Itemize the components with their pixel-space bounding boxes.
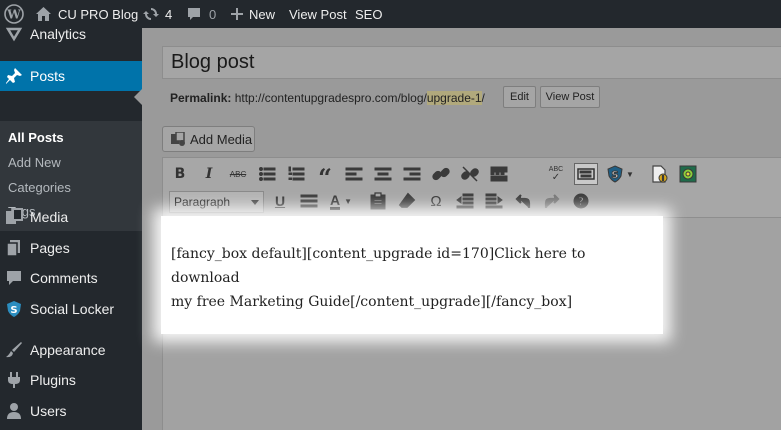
read-more-icon[interactable] <box>489 164 509 184</box>
bold-icon[interactable]: B <box>170 164 190 184</box>
seo-link[interactable]: SEO <box>355 0 382 28</box>
new-content-link[interactable]: New <box>231 0 275 28</box>
submenu-add-new[interactable]: Add New <box>8 155 61 170</box>
comment-icon <box>5 269 23 287</box>
pages-icon <box>5 239 23 257</box>
content-line-1: [fancy_box default][content_upgrade id=1… <box>171 246 586 286</box>
add-media-icon <box>171 131 185 146</box>
text-color-icon[interactable]: A ▼ <box>326 191 356 211</box>
permalink-slug[interactable]: upgrade-1 <box>426 91 482 105</box>
special-character-icon[interactable]: Ω <box>426 191 446 211</box>
plug-icon <box>5 371 23 389</box>
view-post-link[interactable]: View Post <box>289 0 347 28</box>
sidebar-item-label: Media <box>30 209 69 225</box>
comments-link[interactable]: 0 <box>187 0 216 28</box>
analytics-icon <box>5 25 23 43</box>
updates-count: 4 <box>165 6 173 22</box>
permalink-row: Permalink: http://contentupgradespro.com… <box>170 91 485 105</box>
brush-icon <box>5 341 23 359</box>
user-icon <box>5 402 23 420</box>
media-icon <box>5 208 23 226</box>
clear-formatting-icon[interactable] <box>397 191 417 211</box>
updates-icon <box>143 6 159 22</box>
sidebar-item-media[interactable]: Media <box>0 203 142 231</box>
strikethrough-icon[interactable]: ABC <box>228 164 248 184</box>
svg-text:S: S <box>10 305 17 316</box>
redo-icon[interactable] <box>542 191 562 211</box>
comment-bubble-icon <box>187 7 201 21</box>
sidebar-item-comments[interactable]: Comments <box>0 264 142 292</box>
svg-text:?: ? <box>578 195 584 208</box>
permalink-label: Permalink: <box>170 91 232 105</box>
align-left-icon[interactable] <box>344 164 364 184</box>
updates-link[interactable]: 4 <box>143 0 172 28</box>
comments-count: 0 <box>209 6 217 22</box>
sidebar-item-social-locker[interactable]: S Social Locker <box>0 295 142 323</box>
italic-icon[interactable]: I <box>199 164 219 184</box>
view-post-button[interactable]: View Post <box>540 86 600 108</box>
add-media-label: Add Media <box>190 131 253 147</box>
add-media-button[interactable]: Add Media <box>162 126 255 152</box>
undo-icon[interactable] <box>513 191 533 211</box>
toolbar-toggle-icon[interactable] <box>574 163 598 185</box>
sidebar-item-label: Pages <box>30 240 70 256</box>
svg-text:S: S <box>611 170 618 181</box>
new-label: New <box>249 6 276 22</box>
shield-icon: S <box>5 300 23 318</box>
submenu-all-posts[interactable]: All Posts <box>8 130 64 145</box>
align-center-icon[interactable] <box>373 164 393 184</box>
indent-icon[interactable] <box>484 191 504 211</box>
pushpin-icon <box>5 67 23 85</box>
home-icon <box>36 7 51 21</box>
sidebar-item-label: Users <box>30 403 67 419</box>
blockquote-icon[interactable]: “ <box>315 164 335 190</box>
admin-sidebar: Analytics Posts All Posts Add New Catego… <box>0 26 142 430</box>
shortcode-text[interactable]: [fancy_box default][content_upgrade id=1… <box>171 242 656 314</box>
spellcheck-icon[interactable]: ABC ✓ <box>546 164 566 184</box>
content-line-2: my free Marketing Guide[/content_upgrade… <box>171 294 573 310</box>
sidebar-item-label: Comments <box>30 270 98 286</box>
paragraph-format-select[interactable]: Paragraph <box>169 191 264 213</box>
submenu-categories[interactable]: Categories <box>8 180 71 195</box>
underline-icon[interactable]: U <box>270 191 290 211</box>
chevron-down-icon[interactable]: ▼ <box>624 164 636 184</box>
sidebar-item-label: Posts <box>30 68 66 84</box>
format-select-value: Paragraph <box>174 195 231 209</box>
document-warning-icon[interactable] <box>649 164 669 184</box>
numbered-list-icon[interactable] <box>286 164 306 184</box>
outdent-icon[interactable] <box>455 191 475 211</box>
align-right-icon[interactable] <box>402 164 422 184</box>
paste-text-icon[interactable] <box>368 191 388 211</box>
chevron-down-icon <box>251 200 259 205</box>
sidebar-item-label: Plugins <box>30 372 76 388</box>
plus-icon <box>231 8 243 20</box>
active-menu-pointer <box>134 89 142 105</box>
sidebar-item-plugins[interactable]: Plugins <box>0 366 142 394</box>
sidebar-item-posts[interactable]: Posts <box>0 61 142 91</box>
unlink-icon[interactable] <box>460 164 480 184</box>
sidebar-item-label: Social Locker <box>30 301 115 317</box>
sidebar-item-pages[interactable]: Pages <box>0 234 142 262</box>
sidebar-item-appearance[interactable]: Appearance <box>0 336 142 364</box>
highlighted-editor-content[interactable]: [fancy_box default][content_upgrade id=1… <box>161 216 663 334</box>
help-icon[interactable]: ? <box>571 191 591 211</box>
permalink-base: http://contentupgradespro.com/blog/ <box>234 91 427 105</box>
insert-link-icon[interactable] <box>431 164 451 184</box>
editor-toolbar: B I ABC “ ABC ✓ S ▼ Paragraph U A ▼ Ω ? <box>163 158 781 218</box>
post-title-input[interactable]: Blog post <box>162 46 781 79</box>
justify-icon[interactable] <box>299 191 319 211</box>
social-locker-shortcode-icon[interactable]: S <box>605 164 625 184</box>
bulleted-list-icon[interactable] <box>257 164 277 184</box>
permalink-trail: / <box>481 91 485 105</box>
plugin-badge-icon[interactable] <box>678 164 698 184</box>
sidebar-item-label: Appearance <box>30 342 106 358</box>
sidebar-item-users[interactable]: Users <box>0 397 142 425</box>
sidebar-item-label: Analytics <box>30 26 87 42</box>
edit-permalink-button[interactable]: Edit <box>503 86 536 108</box>
sidebar-item-analytics[interactable]: Analytics <box>0 20 142 48</box>
